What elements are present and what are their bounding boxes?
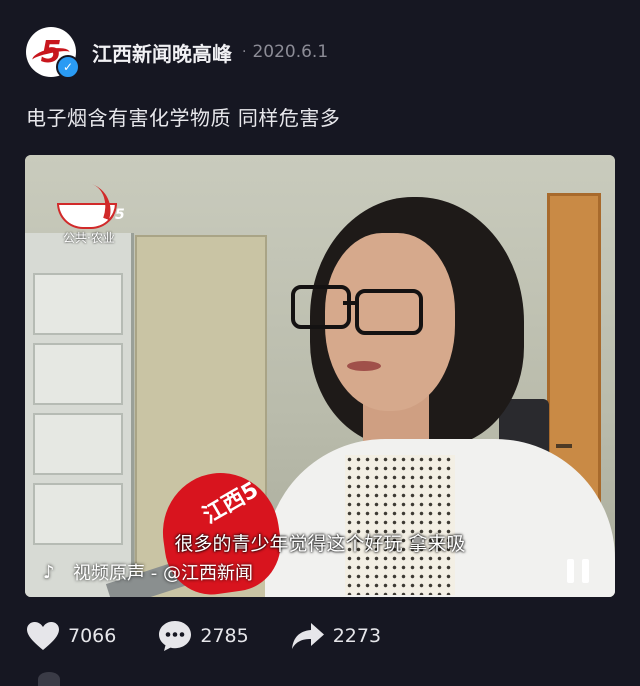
video-shirt: [345, 455, 455, 595]
action-bar: 7066 2785 2273: [26, 618, 616, 654]
video-glasses-right: [355, 289, 423, 335]
station-logo: 5 公共·农业: [57, 177, 137, 245]
like-count: 7066: [68, 625, 117, 647]
avatar[interactable]: 5 ✓: [26, 27, 80, 79]
comment-icon: [159, 621, 192, 651]
share-button[interactable]: 2273: [291, 622, 381, 650]
separator: ·: [242, 44, 247, 60]
comment-count: 2785: [200, 625, 249, 647]
audio-source-text: 视频原声 - @江西新闻: [73, 563, 253, 584]
video-player[interactable]: 江西5 5 公共·农业 很多的青少年觉得这个好玩 拿来吸 ♪ 视频原声 - @江…: [25, 155, 615, 597]
post-date: 2020.6.1: [252, 42, 329, 62]
audio-watermark[interactable]: ♪ 视频原声 - @江西新闻: [43, 559, 253, 585]
like-button[interactable]: 7066: [26, 621, 116, 651]
video-glasses-left: [291, 285, 351, 329]
account-name[interactable]: 江西新闻晚高峰: [92, 38, 232, 67]
video-subtitle: 很多的青少年觉得这个好玩 拿来吸: [174, 533, 466, 555]
heart-icon: [27, 622, 59, 650]
pause-icon[interactable]: [567, 559, 589, 583]
next-post-avatar-peek: [38, 672, 60, 686]
share-count: 2273: [332, 625, 382, 647]
station-logo-text: 公共·农业: [63, 231, 115, 245]
station-logo-number: 5: [115, 207, 125, 223]
tiktok-icon: ♪: [43, 562, 55, 583]
comment-button[interactable]: 2785: [158, 620, 249, 652]
post-caption: 电子烟含有害化学物质 同样危害多: [26, 106, 341, 130]
post-header: 5 ✓ 江西新闻晚高峰 · 2020.6.1: [26, 26, 616, 79]
video-person-mouth: [347, 361, 381, 371]
share-icon: [291, 623, 324, 649]
verified-badge-icon: ✓: [56, 55, 80, 79]
